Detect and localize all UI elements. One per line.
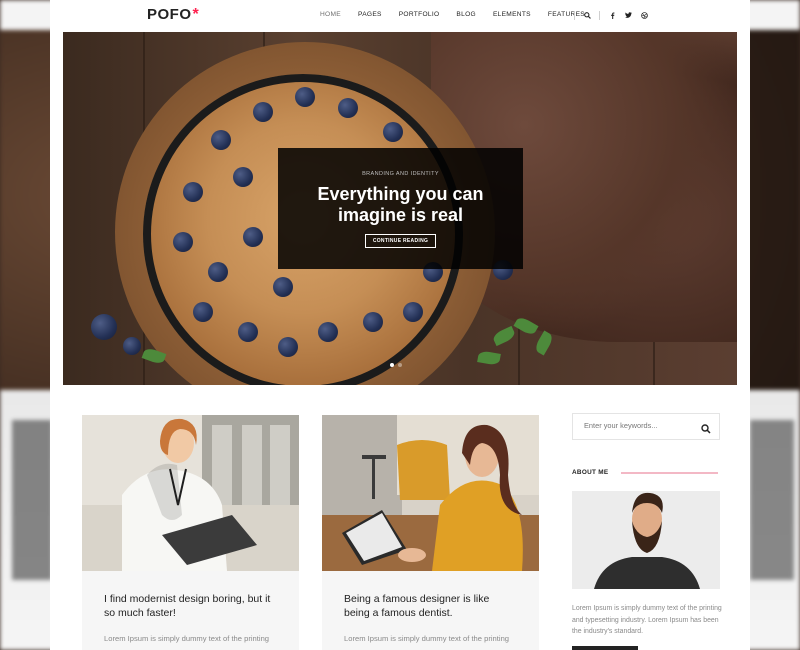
twitter-icon[interactable] xyxy=(622,8,634,22)
search-icon[interactable] xyxy=(581,8,593,22)
hero-slider: BRANDING AND IDENTITY Everything you can… xyxy=(63,32,737,385)
about-me-heading: ABOUT ME xyxy=(572,469,609,476)
post-image[interactable] xyxy=(82,415,299,571)
about-me-text: Lorem Ipsum is simply dummy text of the … xyxy=(572,605,722,635)
divider xyxy=(574,10,575,20)
heading-underline xyxy=(621,472,718,474)
nav-item-elements[interactable]: ELEMENTS xyxy=(493,11,531,18)
nav-item-blog[interactable]: BLOG xyxy=(456,11,476,18)
post-title[interactable]: I find modernist design boring, but it s… xyxy=(82,571,299,620)
blog-post-card[interactable]: Being a famous designer is like being a … xyxy=(322,415,539,650)
logo-star: * xyxy=(192,6,200,23)
sidebar-search xyxy=(572,413,720,440)
search-input[interactable] xyxy=(573,414,696,437)
header-icons xyxy=(574,8,650,22)
hero-title-line: imagine is real xyxy=(337,205,464,225)
author-photo xyxy=(572,491,720,589)
slider-dot-active[interactable] xyxy=(390,363,394,367)
hero-caption-box: BRANDING AND IDENTITY Everything you can… xyxy=(278,148,523,269)
nav-item-home[interactable]: HOME xyxy=(320,11,341,18)
search-icon[interactable] xyxy=(701,421,711,434)
main-nav: HOME PAGES PORTFOLIO BLOG ELEMENTS FEATU… xyxy=(320,11,602,18)
post-excerpt: Lorem Ipsum is simply dummy text of the … xyxy=(104,634,270,650)
post-title[interactable]: Being a famous designer is like being a … xyxy=(322,571,539,620)
logo[interactable]: POFO* xyxy=(147,6,199,24)
page: POFO* HOME PAGES PORTFOLIO BLOG ELEMENTS… xyxy=(50,0,750,650)
post-image[interactable] xyxy=(322,415,539,571)
continue-reading-button[interactable]: CONTINUE READING xyxy=(364,234,437,248)
hero-category[interactable]: BRANDING AND IDENTITY xyxy=(278,171,523,177)
slider-dot[interactable] xyxy=(398,363,402,367)
nav-item-portfolio[interactable]: PORTFOLIO xyxy=(399,11,440,18)
facebook-icon[interactable] xyxy=(606,8,618,22)
hero-title-line: Everything you can xyxy=(317,184,484,204)
blog-post-card[interactable]: I find modernist design boring, but it s… xyxy=(82,415,299,650)
divider xyxy=(599,10,600,20)
about-read-more-button[interactable] xyxy=(572,646,638,650)
nav-item-pages[interactable]: PAGES xyxy=(358,11,382,18)
slider-pagination xyxy=(390,363,406,367)
logo-text: POFO xyxy=(147,6,192,23)
dribbble-icon[interactable] xyxy=(638,8,650,22)
site-header: POFO* HOME PAGES PORTFOLIO BLOG ELEMENTS… xyxy=(50,0,750,32)
hero-title: Everything you can imagine is real xyxy=(278,184,523,226)
post-excerpt: Lorem Ipsum is simply dummy text of the … xyxy=(344,634,510,650)
